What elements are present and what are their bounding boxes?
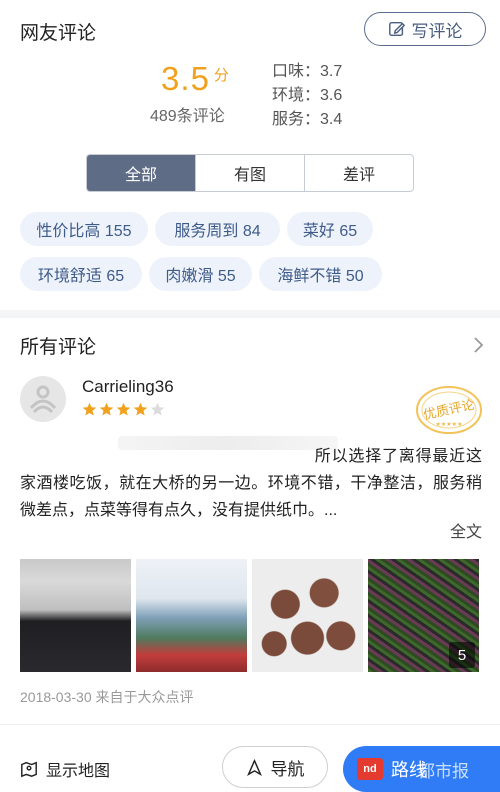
subscores: 口味：3.7 环境：3.6 服务：3.4	[272, 60, 342, 132]
review-photo[interactable]	[252, 559, 363, 672]
tab-negative[interactable]: 差评	[305, 155, 413, 191]
tag-tender-meat[interactable]: 肉嫩滑 55	[149, 257, 252, 291]
svg-text:★★★★★: ★★★★★	[436, 421, 463, 428]
show-map-label: 显示地图	[46, 763, 111, 780]
full-text-link[interactable]: 全文	[450, 518, 482, 542]
star-filled-icon	[133, 402, 148, 416]
review-body: 所以选择了离得最近这家酒楼吃饭，就在大桥的另一边。环境不错，干净整洁，服务稍微差…	[20, 448, 482, 519]
subscore-service: 服务：3.4	[272, 111, 343, 128]
review-count: 489条评论	[150, 108, 225, 125]
section-title-reviews: 网友评论	[20, 23, 97, 44]
star-empty-icon	[150, 402, 165, 416]
review-text: 所以选择了离得最近这家酒楼吃饭，就在大桥的另一边。环境不错，干净整洁，服务稍微差…	[20, 443, 482, 524]
star-filled-icon	[99, 402, 114, 416]
bottom-divider	[0, 724, 500, 725]
show-map-button[interactable]: 显示地图	[20, 757, 110, 781]
tag-good-dishes[interactable]: 菜好 65	[287, 212, 373, 246]
review-meta: 2018-03-30 来自于大众点评	[20, 689, 194, 705]
avatar[interactable]	[20, 376, 66, 422]
quality-review-badge-icon: 优质评论 ★★★★★	[416, 386, 482, 434]
tag-value[interactable]: 性价比高 155	[20, 212, 148, 246]
review-stars	[82, 402, 165, 417]
tab-all[interactable]: 全部	[87, 155, 196, 191]
navigation-arrow-icon	[246, 758, 262, 776]
write-review-button[interactable]: 写评论	[364, 12, 486, 46]
all-reviews-title: 所有评论	[20, 337, 97, 358]
section-divider	[0, 310, 500, 318]
review-photo[interactable]	[20, 559, 131, 672]
score-value: 3.5	[161, 60, 210, 97]
watermark: 都市报	[418, 762, 469, 781]
edit-icon	[388, 21, 405, 37]
tag-service[interactable]: 服务周到 84	[155, 212, 280, 246]
user-avatar-icon	[29, 385, 57, 414]
tag-seafood[interactable]: 海鲜不错 50	[259, 257, 382, 291]
score-unit: 分	[213, 67, 229, 84]
write-review-label: 写评论	[411, 21, 463, 41]
review-filter-tabs: 全部 有图 差评	[86, 154, 414, 192]
photo-count-badge: 5	[449, 642, 475, 668]
tag-comfortable[interactable]: 环境舒适 65	[20, 257, 142, 291]
review-username[interactable]: Carrieling36	[82, 377, 174, 397]
badge-text: 优质评论	[422, 398, 476, 423]
map-icon	[21, 761, 37, 778]
review-photo[interactable]	[136, 559, 247, 672]
overall-score: 3.5 分	[150, 60, 240, 98]
review-photos: 5	[20, 559, 479, 672]
star-filled-icon	[82, 402, 97, 416]
navigate-button[interactable]: 导航	[222, 746, 328, 788]
navigate-label: 导航	[270, 759, 305, 779]
newspaper-logo-icon: nd	[357, 758, 383, 780]
subscore-environment: 环境：3.6	[272, 87, 343, 104]
star-filled-icon	[116, 402, 131, 416]
chevron-right-icon[interactable]	[472, 336, 484, 354]
tab-with-photos[interactable]: 有图	[196, 155, 305, 191]
subscore-taste: 口味：3.7	[272, 63, 343, 80]
review-photo[interactable]: 5	[368, 559, 479, 672]
